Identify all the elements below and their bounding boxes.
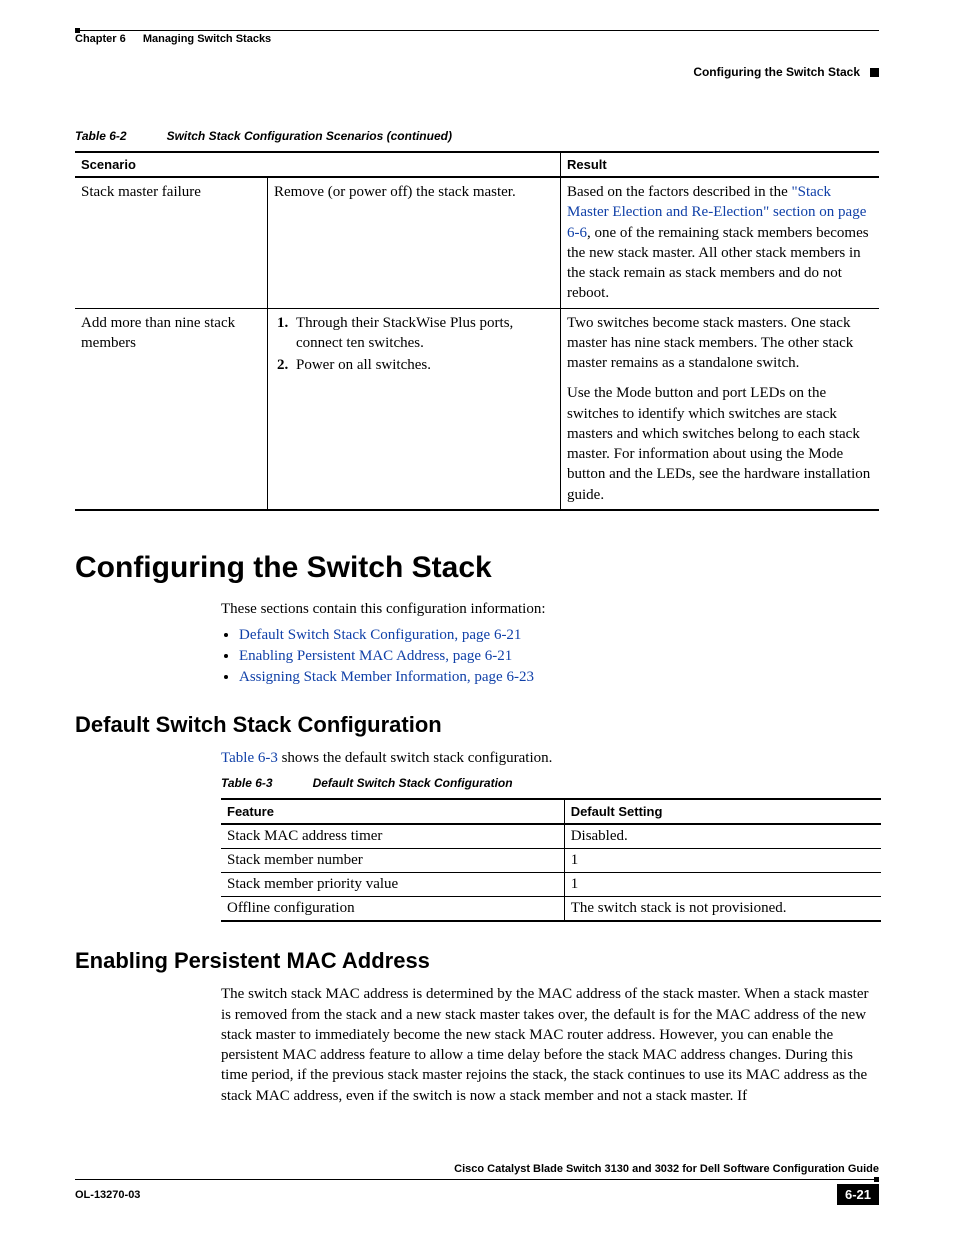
chapter-label: Chapter 6 — [75, 33, 126, 45]
cell-feature: Stack MAC address timer — [221, 824, 564, 849]
cell-result: Two switches become stack masters. One s… — [561, 308, 880, 510]
col-scenario: Scenario — [75, 152, 561, 177]
xref-assign-member-info[interactable]: Assigning Stack Member Information, page… — [239, 669, 534, 685]
table-6-2: Scenario Result Stack master failure Rem… — [75, 151, 879, 511]
cell-action: Remove (or power off) the stack master. — [268, 177, 561, 308]
xref-table-6-3[interactable]: Table 6-3 — [221, 750, 278, 766]
list-item: Assigning Stack Member Information, page… — [239, 669, 879, 686]
list-item: Default Switch Stack Configuration, page… — [239, 627, 879, 644]
page-number: 6-21 — [837, 1184, 879, 1205]
cell-result: Based on the factors described in the "S… — [561, 177, 880, 308]
book-title: Cisco Catalyst Blade Switch 3130 and 303… — [75, 1163, 879, 1175]
col-default: Default Setting — [564, 799, 881, 824]
table-row: Offline configuration The switch stack i… — [221, 897, 881, 922]
table-row: Stack member priority value 1 — [221, 873, 881, 897]
chapter-title: Managing Switch Stacks — [143, 33, 271, 45]
cell-default: 1 — [564, 873, 881, 897]
section-header: Configuring the Switch Stack — [75, 65, 879, 79]
heading-configuring-switch-stack: Configuring the Switch Stack — [75, 551, 879, 585]
table-row: Stack member number 1 — [221, 849, 881, 873]
persistent-mac-paragraph: The switch stack MAC address is determin… — [221, 984, 879, 1106]
table-6-3: Feature Default Setting Stack MAC addres… — [221, 798, 881, 922]
heading-default-config: Default Switch Stack Configuration — [75, 712, 879, 738]
step-item: Power on all switches. — [292, 355, 554, 375]
cell-scenario: Add more than nine stack members — [75, 308, 268, 510]
col-result: Result — [561, 152, 880, 177]
col-feature: Feature — [221, 799, 564, 824]
cell-feature: Offline configuration — [221, 897, 564, 922]
table-6-3-intro: Table 6-3 shows the default switch stack… — [221, 748, 879, 768]
xref-default-config[interactable]: Default Switch Stack Configuration, page… — [239, 627, 521, 643]
cell-scenario: Stack master failure — [75, 177, 268, 308]
cell-action: Through their StackWise Plus ports, conn… — [268, 308, 561, 510]
cell-default: Disabled. — [564, 824, 881, 849]
step-item: Through their StackWise Plus ports, conn… — [292, 313, 554, 354]
intro-paragraph: These sections contain this configuratio… — [221, 599, 879, 619]
cell-default: The switch stack is not provisioned. — [564, 897, 881, 922]
running-header: Chapter 6 Managing Switch Stacks — [75, 33, 879, 45]
cell-default: 1 — [564, 849, 881, 873]
cell-feature: Stack member priority value — [221, 873, 564, 897]
table-6-3-caption: Table 6-3Default Switch Stack Configurat… — [221, 776, 881, 790]
page-footer: Cisco Catalyst Blade Switch 3130 and 303… — [75, 1163, 879, 1205]
xref-persistent-mac[interactable]: Enabling Persistent MAC Address, page 6-… — [239, 648, 512, 664]
doc-number: OL-13270-03 — [75, 1189, 140, 1201]
heading-persistent-mac: Enabling Persistent MAC Address — [75, 948, 879, 974]
table-row: Stack MAC address timer Disabled. — [221, 824, 881, 849]
table-row: Add more than nine stack members Through… — [75, 308, 879, 510]
table-6-2-caption: Table 6-2Switch Stack Configuration Scen… — [75, 129, 879, 143]
xref-list: Default Switch Stack Configuration, page… — [239, 627, 879, 686]
list-item: Enabling Persistent MAC Address, page 6-… — [239, 648, 879, 665]
cell-feature: Stack member number — [221, 849, 564, 873]
table-row: Stack master failure Remove (or power of… — [75, 177, 879, 308]
